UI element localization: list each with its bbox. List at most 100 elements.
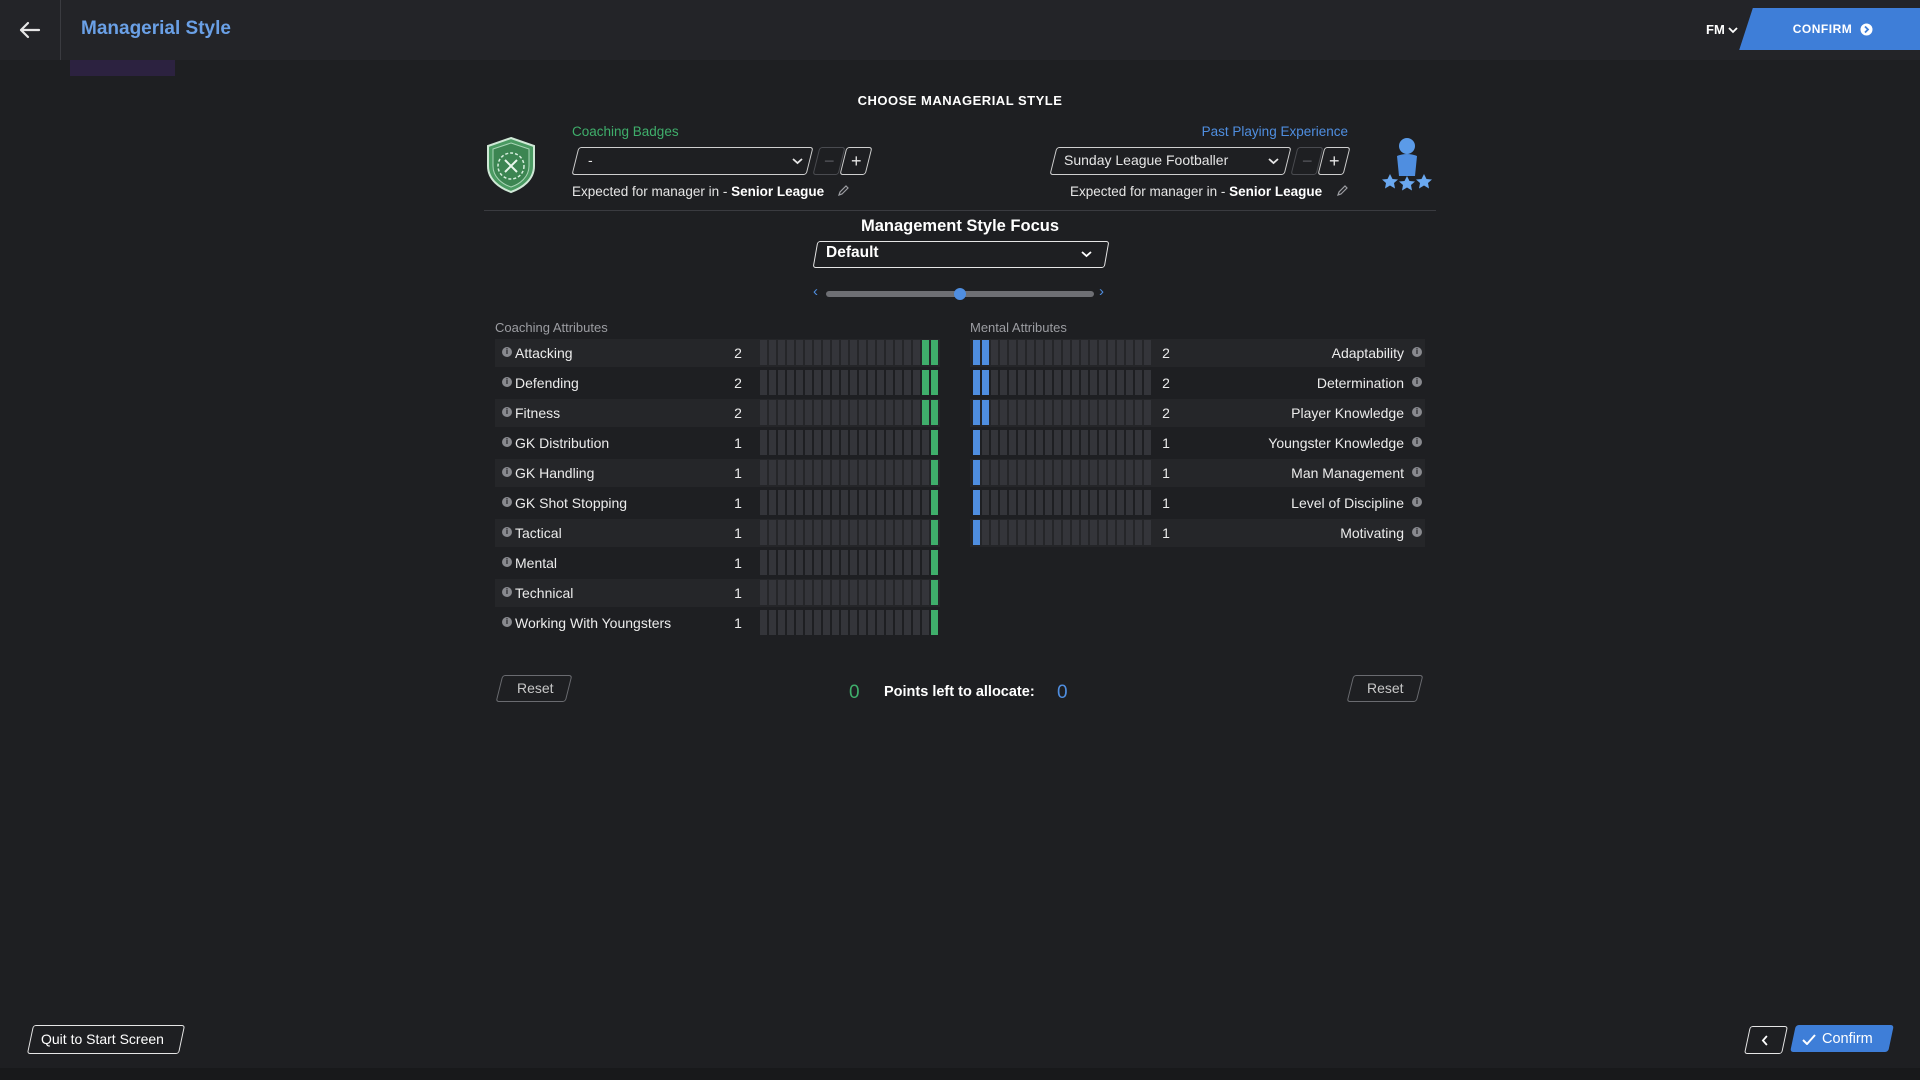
mental-attribute-bar-segment <box>1072 400 1079 425</box>
coaching-attribute-bar-segment <box>859 580 866 605</box>
mental-attribute-bar-segment <box>1117 400 1124 425</box>
mental-attribute-value: 2 <box>1162 345 1170 361</box>
mental-attribute-bar-segment <box>1063 460 1070 485</box>
previous-button[interactable] <box>1744 1026 1788 1054</box>
coaching-attribute-bar-segment <box>814 490 821 515</box>
coaching-attribute-bar-segment <box>841 610 848 635</box>
coaching-attribute-bar-segment <box>760 460 767 485</box>
mental-attribute-bar-segment <box>1063 430 1070 455</box>
info-icon[interactable]: i <box>502 617 512 627</box>
mental-attribute-bar-segment <box>1144 430 1151 455</box>
coaching-attribute-name: Tactical <box>515 525 562 541</box>
coaching-attributes-label: Coaching Attributes <box>495 320 608 335</box>
info-icon[interactable]: i <box>1412 377 1422 387</box>
coaching-reset-button[interactable] <box>495 675 573 702</box>
coaching-attribute-value: 2 <box>734 405 742 421</box>
info-icon[interactable]: i <box>502 527 512 537</box>
info-icon[interactable]: i <box>502 377 512 387</box>
back-button[interactable] <box>0 0 61 60</box>
coaching-attribute-bar-segment <box>760 520 767 545</box>
chevron-down-icon <box>1728 26 1738 33</box>
coaching-attribute-bar-segment <box>931 400 938 425</box>
mental-attribute-value: 1 <box>1162 465 1170 481</box>
mental-attribute-bar-segment <box>973 520 980 545</box>
coaching-attribute-bar-segment <box>886 370 893 395</box>
pencil-icon[interactable] <box>1336 185 1348 197</box>
mental-attribute-bar-segment <box>1099 520 1106 545</box>
info-icon[interactable]: i <box>1412 467 1422 477</box>
mental-attribute-bar-segment <box>1009 340 1016 365</box>
coaching-attribute-bar-segment <box>778 490 785 515</box>
coaching-attribute-bar-segment <box>931 490 938 515</box>
expected-prefix: Expected for manager in <box>1070 184 1218 199</box>
coaching-badges-plus-button[interactable]: + <box>839 147 873 175</box>
info-icon[interactable]: i <box>1412 437 1422 447</box>
mental-attribute-bar-segment <box>1036 340 1043 365</box>
coaching-attribute-bar-segment <box>787 490 794 515</box>
mental-attribute-bar-segment <box>1045 520 1052 545</box>
coaching-attribute-bar-segment <box>778 430 785 455</box>
mental-attribute-bar <box>973 430 1151 455</box>
coaching-attribute-bar-segment <box>895 340 902 365</box>
mental-attribute-bar-segment <box>1027 490 1034 515</box>
past-playing-plus-button[interactable]: + <box>1317 147 1351 175</box>
coaching-attribute-bar-segment <box>859 550 866 575</box>
info-icon[interactable]: i <box>502 497 512 507</box>
coaching-attribute-bar-segment <box>805 370 812 395</box>
focus-slider-thumb[interactable] <box>954 288 966 300</box>
coaching-attribute-bar-segment <box>823 400 830 425</box>
mental-attribute-bar-segment <box>1117 340 1124 365</box>
coaching-attribute-bar-segment <box>814 370 821 395</box>
coaching-attribute-bar-segment <box>931 430 938 455</box>
mental-reset-button[interactable] <box>1346 675 1424 702</box>
slider-left-arrow[interactable]: ‹ <box>813 283 818 300</box>
coaching-attribute-bar-segment <box>796 580 803 605</box>
coaching-attribute-bar <box>760 610 938 635</box>
coaching-attribute-bar-segment <box>787 370 794 395</box>
points-left-label: Points left to allocate: <box>884 684 1035 700</box>
mental-attribute-bar-segment <box>1000 430 1007 455</box>
coaching-attribute-bar-segment <box>868 370 875 395</box>
info-icon[interactable]: i <box>502 407 512 417</box>
coaching-attribute-bar <box>760 370 938 395</box>
info-icon[interactable]: i <box>502 437 512 447</box>
mental-attribute-bar-segment <box>1135 430 1142 455</box>
confirm-button[interactable] <box>1790 1025 1894 1052</box>
slider-right-arrow[interactable]: › <box>1099 283 1104 300</box>
mental-attribute-bar-segment <box>1099 460 1106 485</box>
info-icon[interactable]: i <box>1412 527 1422 537</box>
coaching-attribute-bar-segment <box>895 370 902 395</box>
info-icon[interactable]: i <box>1412 407 1422 417</box>
mental-attribute-bar-segment <box>982 430 989 455</box>
fm-menu-label: FM <box>1706 22 1725 37</box>
coaching-attribute-value: 1 <box>734 615 742 631</box>
mental-attribute-bar-segment <box>1126 370 1133 395</box>
mental-attribute-name: Man Management <box>1291 465 1404 481</box>
mental-attribute-bar-segment <box>1045 400 1052 425</box>
coaching-attribute-bar-segment <box>886 550 893 575</box>
info-icon[interactable]: i <box>502 557 512 567</box>
coaching-attribute-bar-segment <box>832 460 839 485</box>
top-confirm-button[interactable] <box>1739 8 1920 50</box>
info-icon[interactable]: i <box>1412 347 1422 357</box>
mental-attribute-bar-segment <box>1018 520 1025 545</box>
info-icon[interactable]: i <box>1412 497 1422 507</box>
quit-to-start-button[interactable] <box>26 1025 186 1054</box>
coaching-attribute-bar-segment <box>895 550 902 575</box>
pencil-icon[interactable] <box>837 185 849 197</box>
info-icon[interactable]: i <box>502 467 512 477</box>
past-playing-value: Sunday League Footballer <box>1064 152 1229 168</box>
mental-attribute-bar-segment <box>1027 370 1034 395</box>
coaching-attribute-value: 1 <box>734 585 742 601</box>
mental-attribute-bar-segment <box>1126 400 1133 425</box>
coaching-attribute-bar-segment <box>778 520 785 545</box>
fm-menu[interactable]: FM <box>1706 22 1738 37</box>
coaching-attribute-bar-segment <box>787 460 794 485</box>
mental-attribute-bar-segment <box>973 340 980 365</box>
coaching-badges-dropdown[interactable] <box>571 147 814 175</box>
info-icon[interactable]: i <box>502 347 512 357</box>
coaching-attribute-bar-segment <box>859 430 866 455</box>
info-icon[interactable]: i <box>502 587 512 597</box>
coaching-attribute-bar-segment <box>760 580 767 605</box>
coaching-attribute-bar-segment <box>904 580 911 605</box>
